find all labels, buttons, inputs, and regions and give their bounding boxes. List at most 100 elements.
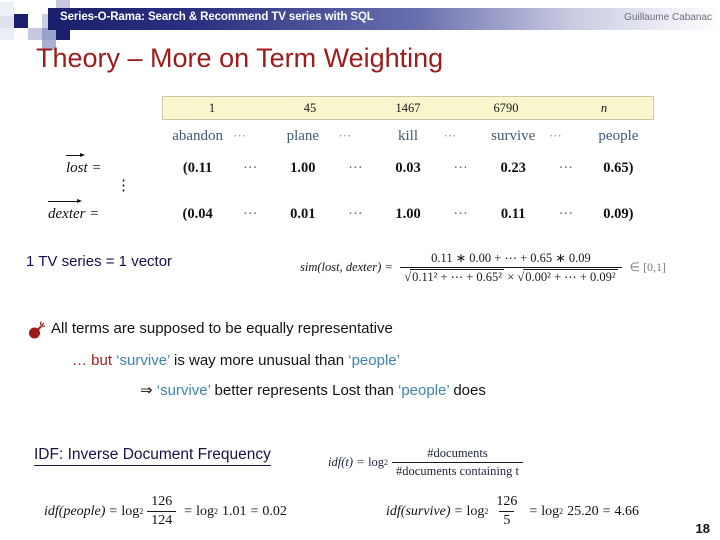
equals-sign: = xyxy=(357,455,365,469)
idf-people-result: 0.02 xyxy=(262,503,287,519)
equals-sign: = xyxy=(109,503,118,519)
header-decoration-square xyxy=(0,2,14,16)
idf-def-denominator: #documents containing t xyxy=(392,462,523,479)
header-decoration-square xyxy=(0,28,14,40)
times-sign: × xyxy=(507,270,515,284)
sim-numerator: 0.11 ∗ 0.00 + ⋯ + 0.65 ∗ 0.09 xyxy=(431,251,591,265)
ellipsis: ··· xyxy=(548,128,562,143)
equals-sign: = xyxy=(385,260,393,274)
ellipsis: ··· xyxy=(558,159,574,176)
sub2-word-people: ‘people’ xyxy=(398,382,450,399)
sqrt-first: √0.11² + ⋯ + 0.65² xyxy=(404,269,505,284)
sqrt-first-radicand: 0.11² + ⋯ + 0.65² xyxy=(410,269,505,284)
sub1-word-people: ‘people’ xyxy=(348,352,400,369)
one-series-one-vector-note: 1 TV series = 1 vector xyxy=(26,253,173,270)
log-symbol: log xyxy=(196,503,215,519)
equals-sign: = xyxy=(250,503,259,519)
equals-sign: = xyxy=(602,503,611,519)
idf-example-survive: idf(survive) = log 2 126 5 = log 2 25.20 =… xyxy=(386,494,639,529)
vector-value: 0.23 xyxy=(500,159,526,176)
vector-row-lost: (0.11 ··· 1.00 ··· 0.03 ··· 0.23 ··· 0.6… xyxy=(162,156,654,180)
matrix-term: abandon xyxy=(172,127,224,144)
idf-people-fraction: 126 124 xyxy=(147,494,177,529)
equals-sign: = xyxy=(454,503,463,519)
matrix-index-row: 1 45 1467 6790 n xyxy=(162,96,654,120)
page-title: Theory – More on Term Weighting xyxy=(36,43,444,73)
matrix-term: plane xyxy=(286,127,320,144)
bomb-icon xyxy=(27,321,47,340)
sim-denominator: √0.11² + ⋯ + 0.65² × √0.00² + ⋯ + 0.09² xyxy=(400,267,622,285)
equals-sign: = xyxy=(529,503,538,519)
similarity-formula: sim(lost, dexter) = 0.11 ∗ 0.00 + ⋯ + 0.… xyxy=(300,250,666,285)
idf-def-lhs: idf(t) xyxy=(328,455,353,469)
ellipsis: ··· xyxy=(338,128,352,143)
idf-survive-numerator: 126 xyxy=(496,494,518,509)
bullet-survive-represents: ⇒ ‘survive’ better represents Lost than … xyxy=(140,381,486,399)
matrix-term: survive xyxy=(491,127,536,144)
idf-survive-fraction: 126 5 xyxy=(492,494,521,529)
header-decoration-square xyxy=(14,28,28,40)
idf-people-lhs: idf(people) xyxy=(44,503,106,519)
vector-value: 0.09) xyxy=(603,205,634,222)
log-base: 2 xyxy=(139,507,144,516)
idf-survive-value: 25.20 xyxy=(567,503,599,519)
header-decoration-square xyxy=(0,16,14,28)
vector-label-dexter-text: dexter xyxy=(48,198,86,222)
vector-row-dexter: (0.04 ··· 0.01 ··· 1.00 ··· 0.11 ··· 0.0… xyxy=(162,202,654,226)
log-symbol: log xyxy=(368,455,385,469)
vector-value: 1.00 xyxy=(290,159,316,176)
header-decoration-square xyxy=(14,14,28,28)
vector-value: 0.65) xyxy=(603,159,634,176)
equals-sign: = xyxy=(91,160,102,176)
sub2-arrow: ⇒ xyxy=(140,382,157,399)
idf-example-people: idf(people) = log 2 126 124 = log 2 1.01 =… xyxy=(44,494,287,529)
header-author: Guillaume Cabanac xyxy=(624,12,712,23)
log-base: 2 xyxy=(384,458,389,467)
bullet-all-terms: All terms are supposed to be equally rep… xyxy=(27,320,393,340)
vector-value: 0.03 xyxy=(395,159,421,176)
ellipsis: ··· xyxy=(558,205,574,222)
vector-value: 0.01 xyxy=(290,205,316,222)
sub1-prefix: … but xyxy=(72,352,117,369)
sqrt-second: √0.00² + ⋯ + 0.09² xyxy=(517,269,618,284)
vector-label-dexter: dexter = xyxy=(48,198,100,223)
idf-survive-denominator: 5 xyxy=(499,511,515,529)
vector-label-lost: lost = xyxy=(66,152,102,177)
header-decoration-square xyxy=(28,28,42,40)
vector-value: (0.04 xyxy=(182,205,213,222)
vertical-ellipsis: ⋮ xyxy=(116,178,131,194)
log-base: 2 xyxy=(484,507,489,516)
ellipsis: ··· xyxy=(453,159,468,176)
slide-header: Series-O-Rama: Search & Recommend TV ser… xyxy=(0,0,720,50)
vector-label-lost-text: lost xyxy=(66,152,88,176)
idf-heading: IDF: Inverse Document Frequency xyxy=(34,446,271,466)
log-symbol: log xyxy=(121,503,140,519)
equals-sign: = xyxy=(184,503,193,519)
header-decoration-square xyxy=(28,16,42,28)
ellipsis: ··· xyxy=(242,159,258,176)
bullet-all-terms-text: All terms are supposed to be equally rep… xyxy=(51,320,393,337)
vector-value: (0.11 xyxy=(182,159,213,176)
ellipsis: ··· xyxy=(443,128,457,143)
sub2-suffix: does xyxy=(449,382,486,399)
log-base: 2 xyxy=(214,507,219,516)
idf-def-fraction: #documents #documents containing t xyxy=(392,446,523,479)
log-symbol: log xyxy=(466,503,485,519)
term-document-matrix: 1 45 1467 6790 n abandon ··· plane ··· k… xyxy=(162,96,654,149)
header-decoration-square xyxy=(28,0,42,14)
sim-lhs: sim(lost, dexter) xyxy=(300,260,382,274)
log-base: 2 xyxy=(559,507,564,516)
ellipsis: ··· xyxy=(453,205,468,222)
matrix-index-cell: 6790 xyxy=(493,100,519,115)
idf-definition-formula: idf(t) = log 2 #documents #documents cont… xyxy=(328,446,527,479)
sub1-middle: is way more unusual than xyxy=(169,352,349,369)
idf-people-denominator: 124 xyxy=(147,511,177,529)
equals-sign: = xyxy=(89,206,100,222)
sub2-middle: better represents Lost than xyxy=(210,382,398,399)
ellipsis: ··· xyxy=(233,128,247,143)
vector-value: 1.00 xyxy=(395,205,421,222)
ellipsis: ··· xyxy=(348,205,363,222)
header-title: Series-O-Rama: Search & Recommend TV ser… xyxy=(60,11,374,23)
ellipsis: ··· xyxy=(348,159,363,176)
sim-range: ∈ [0,1] xyxy=(629,260,667,274)
